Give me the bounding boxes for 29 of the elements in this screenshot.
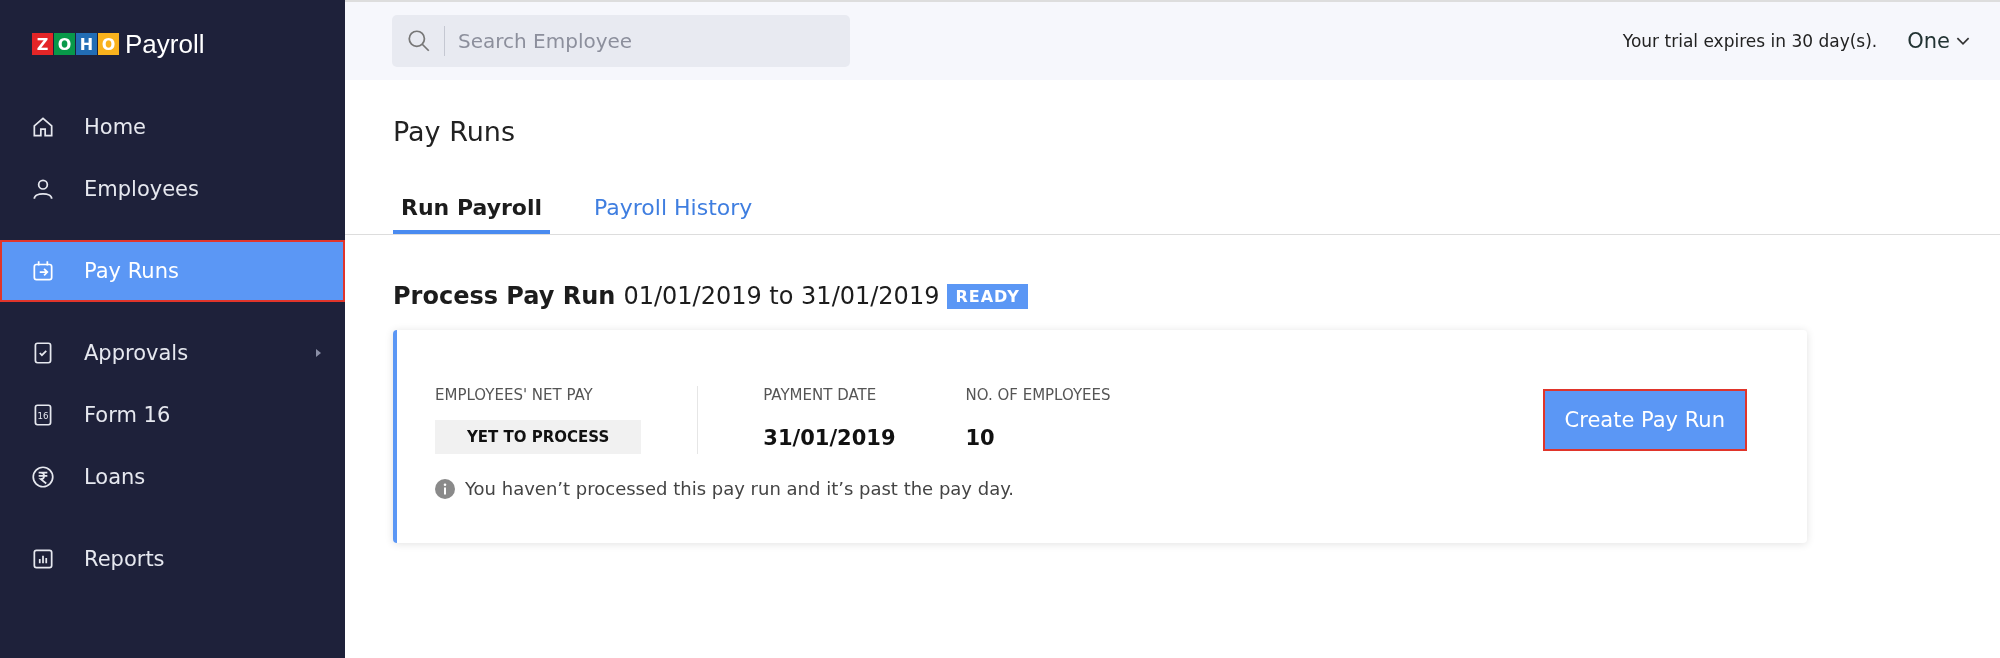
trial-notice: Your trial expires in 30 day(s). bbox=[1622, 31, 1878, 51]
pay-period: 01/01/2019 to 31/01/2019 bbox=[623, 282, 940, 310]
organization-dropdown[interactable]: One bbox=[1907, 29, 1970, 53]
sidebar-item[interactable]: Approvals bbox=[0, 322, 345, 384]
stat-value: 10 bbox=[965, 425, 996, 450]
sidebar-item[interactable]: 16 Form 16 bbox=[0, 384, 345, 446]
section-title: Process Pay Run bbox=[393, 282, 616, 310]
status-badge: READY bbox=[947, 283, 1028, 309]
sidebar-item[interactable]: Loans bbox=[0, 446, 345, 508]
page-title: Pay Runs bbox=[393, 116, 516, 147]
stat-label: EMPLOYEES' NET PAY bbox=[435, 386, 594, 404]
sidebar-item[interactable]: Reports bbox=[0, 528, 345, 590]
product-name: Payroll bbox=[125, 28, 205, 60]
stat-status: YET TO PROCESS bbox=[435, 420, 642, 454]
chevron-down-icon bbox=[1956, 36, 1970, 46]
info-note: You haven’t processed this pay run and it’s past the pay day. bbox=[465, 478, 1014, 499]
search-field[interactable]: Search Employee bbox=[392, 15, 850, 67]
stat-label: PAYMENT DATE bbox=[763, 386, 878, 404]
bar-chart-icon bbox=[30, 546, 56, 572]
calendar-icon bbox=[30, 258, 56, 284]
stat-label: NO. OF EMPLOYEES bbox=[965, 386, 1111, 404]
search-icon bbox=[406, 28, 432, 54]
tab[interactable]: Run Payroll bbox=[393, 195, 550, 234]
sidebar-item[interactable]: Home bbox=[0, 96, 345, 158]
tab[interactable]: Payroll History bbox=[586, 195, 761, 234]
sidebar-item[interactable]: Employees bbox=[0, 158, 345, 220]
rupee-icon bbox=[30, 464, 56, 490]
stat-value: 31/01/2019 bbox=[763, 425, 896, 450]
info-icon bbox=[435, 478, 455, 499]
